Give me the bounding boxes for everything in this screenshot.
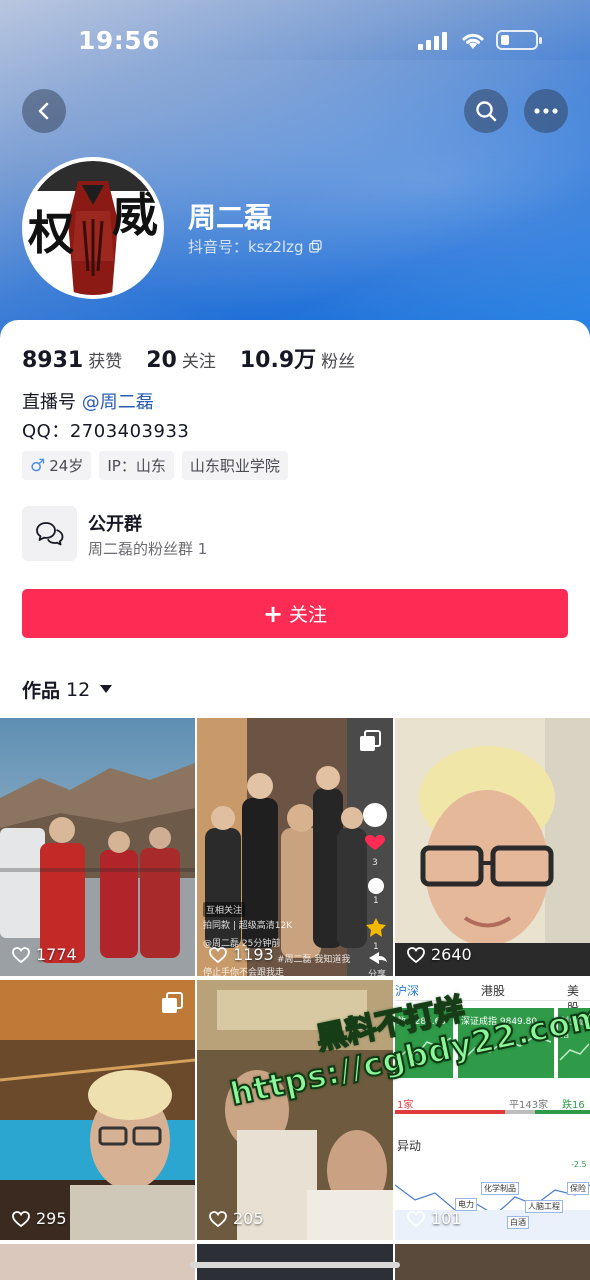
follow-button-label: 关注 xyxy=(289,604,328,626)
tag-ip-text: IP：山东 xyxy=(107,457,166,475)
video-overlay-line: 拍同款 | 超级高清12K xyxy=(203,921,293,931)
profile-name: 周二磊 xyxy=(188,201,273,234)
market-label: 化学制品 xyxy=(481,1182,519,1195)
market-label: -2.5 xyxy=(571,1160,587,1169)
bio-live-prefix: 直播号 xyxy=(22,392,76,413)
video-thumbnail[interactable] xyxy=(395,1244,590,1280)
video-likes: 101 xyxy=(407,1209,462,1228)
works-tab-count: 12 xyxy=(66,678,91,701)
multi-photo-icon xyxy=(162,992,183,1013)
heart-icon xyxy=(209,1210,227,1227)
male-icon: ♂ xyxy=(30,455,46,476)
video-side-count: 1 xyxy=(373,942,379,952)
status-time: 19:56 xyxy=(78,26,161,55)
heart-icon xyxy=(407,946,425,963)
video-4-image xyxy=(0,980,195,1240)
douyin-id[interactable]: 抖音号：ksz2lzg xyxy=(188,236,323,257)
video-thumbnail[interactable]: 互相关注 拍同款 | 超级高清12K @周二磊 25分钟前 #周二磊 我知道我 … xyxy=(197,718,393,976)
stat-likes-label: 获赞 xyxy=(88,352,123,372)
works-tab-label: 作品 xyxy=(22,680,61,702)
follow-button[interactable]: + 关注 xyxy=(22,589,568,638)
svg-text:威: 威 xyxy=(112,188,158,242)
works-tab[interactable]: 作品 12 xyxy=(22,676,113,703)
svg-text:权: 权 xyxy=(27,206,74,260)
bio-live-mention[interactable]: @周二磊 xyxy=(82,392,154,413)
more-dots-icon xyxy=(534,108,558,114)
video-likes-count: 205 xyxy=(233,1209,264,1228)
heart-icon xyxy=(12,946,30,963)
search-button[interactable] xyxy=(464,89,508,133)
video-thumbnail[interactable]: 2640 xyxy=(395,718,590,976)
video-likes: 2640 xyxy=(407,945,472,964)
home-indicator[interactable] xyxy=(190,1262,400,1268)
video-likes: 1774 xyxy=(12,945,77,964)
video-likes-count: 295 xyxy=(36,1209,67,1228)
stat-following-value: 20 xyxy=(146,348,177,373)
plus-icon: + xyxy=(262,599,284,628)
group-title: 公开群 xyxy=(88,514,142,535)
video-likes: 295 xyxy=(12,1209,67,1228)
video-side-count: 3 xyxy=(372,858,378,868)
profile-tags: ♂ 24岁 IP：山东 山东职业学院 xyxy=(22,451,288,480)
video-likes: 1193 xyxy=(209,945,274,964)
stat-likes[interactable]: 8931 获赞 xyxy=(22,347,122,373)
video-thumbnail[interactable]: 295 xyxy=(0,980,195,1240)
avatar-image: 权 威 xyxy=(26,161,160,295)
tag-ip: IP：山东 xyxy=(99,451,174,480)
bio-qq: QQ：2703403933 xyxy=(22,421,190,442)
video-likes-count: 2640 xyxy=(431,945,472,964)
stat-followers-label: 粉丝 xyxy=(321,352,356,372)
market-label: 人脑工程 xyxy=(525,1200,563,1213)
stat-likes-value: 8931 xyxy=(22,348,84,373)
video-side-share: 分享 xyxy=(368,970,387,976)
battery-icon xyxy=(496,30,542,50)
tag-age: ♂ 24岁 xyxy=(22,451,92,480)
multi-photo-icon xyxy=(360,730,381,751)
stat-followers[interactable]: 10.9万 粉丝 xyxy=(240,342,355,374)
status-bar: 19:56 xyxy=(0,0,590,80)
market-section: 异动 xyxy=(397,1139,422,1153)
copy-icon[interactable] xyxy=(309,240,323,253)
stat-followers-value: 10.9万 xyxy=(239,348,317,373)
wifi-icon xyxy=(462,33,484,49)
tag-school[interactable]: 山东职业学院 xyxy=(181,451,288,480)
stats-row: 8931 获赞 20 关注 10.9万 粉丝 xyxy=(22,342,379,374)
profile-banner: 19:56 权 威 周二磊 抖音号：ksz2lzg xyxy=(0,0,590,340)
heart-icon xyxy=(12,1210,30,1227)
heart-icon xyxy=(209,946,227,963)
video-likes-count: 101 xyxy=(431,1209,462,1228)
video-side-count: 1 xyxy=(373,896,379,906)
stat-following[interactable]: 20 关注 xyxy=(146,347,216,373)
group-subtitle: 周二磊的粉丝群 1 xyxy=(88,540,208,558)
market-count: 平143家 xyxy=(509,1100,549,1111)
fan-group-card[interactable]: 公开群 周二磊的粉丝群 1 xyxy=(22,506,568,564)
video-likes: 205 xyxy=(209,1209,264,1228)
caret-down-icon xyxy=(100,685,113,693)
market-label: 白酒 xyxy=(507,1216,529,1229)
avatar[interactable]: 权 威 xyxy=(22,157,164,299)
stat-following-label: 关注 xyxy=(181,352,216,372)
video-likes-count: 1193 xyxy=(233,945,274,964)
back-button[interactable] xyxy=(22,89,66,133)
bio-live-line: 直播号 @周二磊 xyxy=(22,388,154,414)
video-overlay-line: 停止手你不会跟我走 xyxy=(203,968,285,976)
tag-age-text: 24岁 xyxy=(49,457,84,475)
video-likes-count: 1774 xyxy=(36,945,77,964)
chevron-left-icon xyxy=(38,102,49,120)
market-label: 保险 xyxy=(567,1182,589,1195)
douyin-id-text: 抖音号：ksz2lzg xyxy=(188,238,304,256)
market-count: 跌16 xyxy=(562,1100,585,1111)
video-overlay-tag: 互相关注 xyxy=(203,902,246,917)
group-chat-icon xyxy=(22,506,77,561)
video-thumbnail[interactable]: 1774 xyxy=(0,718,195,976)
more-button[interactable] xyxy=(524,89,568,133)
search-icon xyxy=(476,101,497,122)
tag-school-text: 山东职业学院 xyxy=(189,457,280,475)
video-overlay-line: #周二磊 我知道我 xyxy=(277,955,351,965)
signal-icon xyxy=(418,32,447,50)
video-1-image xyxy=(0,718,195,976)
video-3-image xyxy=(395,718,590,976)
video-thumbnail[interactable] xyxy=(0,1244,195,1280)
heart-icon xyxy=(407,1210,425,1227)
